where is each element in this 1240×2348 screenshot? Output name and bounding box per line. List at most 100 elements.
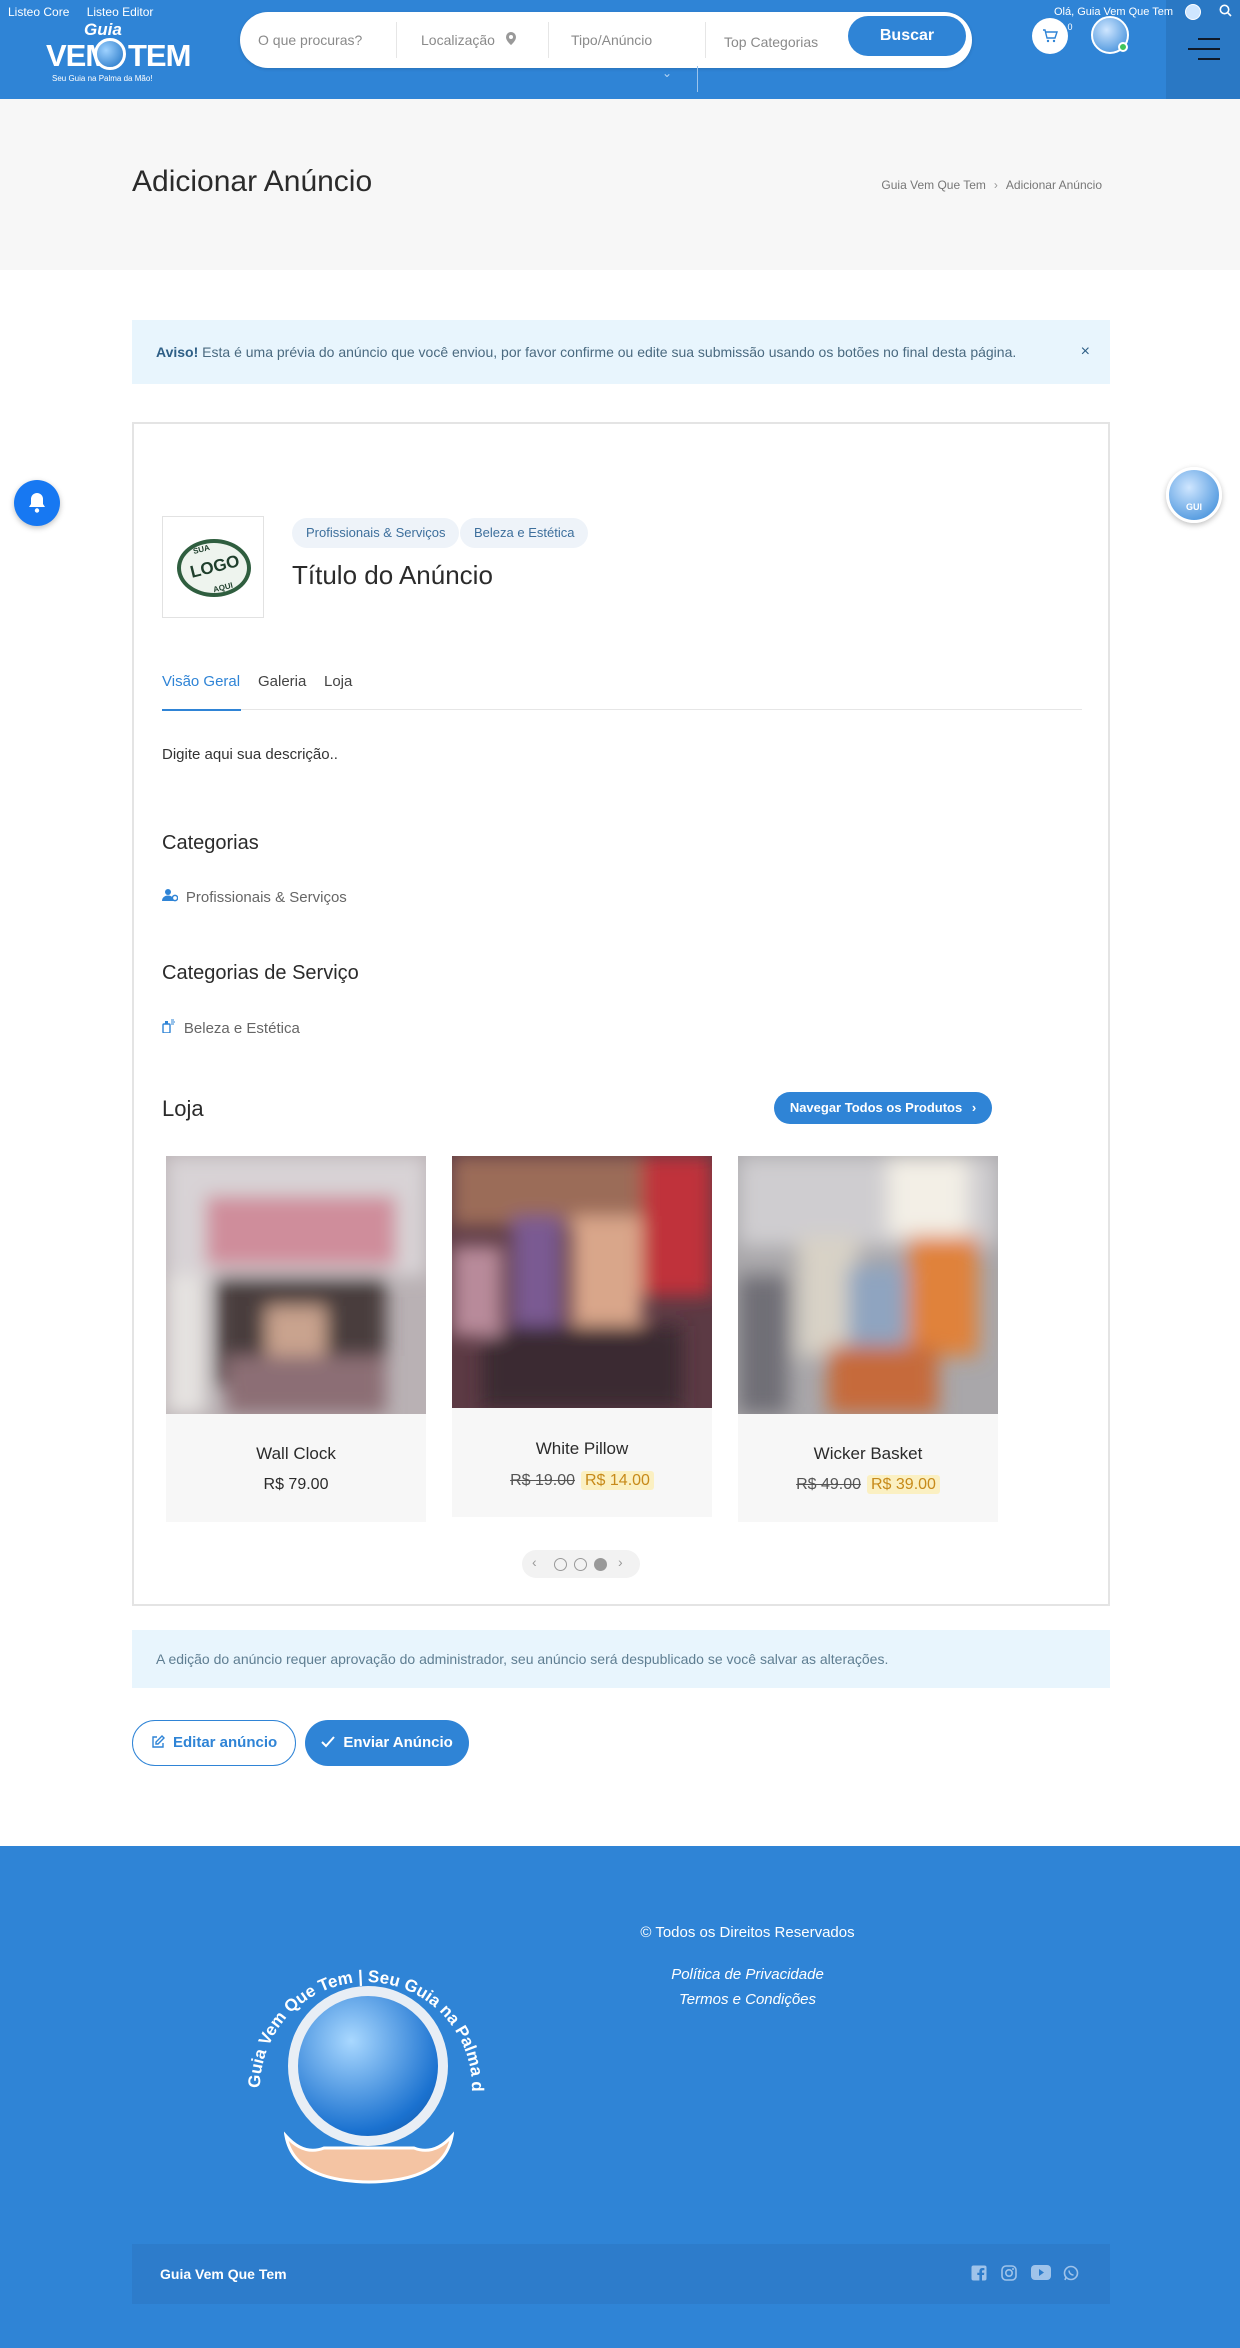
page-title: Adicionar Anúncio	[132, 165, 373, 198]
chevron-left-icon[interactable]: ‹	[532, 1554, 537, 1570]
product-card[interactable]: Wicker Basket R$ 49.00 R$ 39.00	[738, 1156, 998, 1522]
category-item[interactable]: Profissionais & Serviços	[162, 888, 347, 906]
submit-listing-button[interactable]: Enviar Anúncio	[305, 1720, 469, 1766]
instagram-icon[interactable]	[1000, 2265, 1018, 2283]
search-divider	[396, 22, 397, 58]
chevron-right-icon[interactable]: ›	[618, 1554, 623, 1570]
category-item-label: Profissionais & Serviços	[185, 889, 347, 906]
site-footer: Guia Vem Que Tem | Seu Guia na Palma da …	[0, 1846, 1240, 2348]
notice-text: Esta é uma prévia do anúncio que você en…	[202, 344, 1017, 360]
whatsapp-icon[interactable]	[1062, 2265, 1080, 2283]
footer-brand[interactable]: Guia Vem Que Tem	[160, 2244, 287, 2304]
product-card[interactable]: White Pillow R$ 19.00 R$ 14.00	[452, 1156, 712, 1517]
search-icon[interactable]	[1219, 4, 1232, 20]
search-divider	[548, 22, 549, 58]
floating-globe-button[interactable]: GUI	[1166, 467, 1222, 523]
product-old-price: R$ 49.00	[796, 1476, 861, 1493]
listing-preview: SUA LOGO AQUI Profissionais & Serviços B…	[132, 422, 1110, 1606]
user-gear-icon	[162, 889, 182, 905]
preview-notice: Aviso! Esta é uma prévia do anúncio que …	[132, 320, 1110, 384]
admin-link-listeo-core[interactable]: Listeo Core	[8, 5, 69, 19]
carousel-dot[interactable]	[574, 1558, 587, 1571]
facebook-icon[interactable]	[970, 2265, 988, 2283]
location-pin-icon	[506, 12, 516, 68]
edit-listing-button[interactable]: Editar anúncio	[132, 1720, 296, 1766]
listing-logo: SUA LOGO AQUI	[162, 516, 264, 618]
carousel-dot[interactable]	[554, 1558, 567, 1571]
tab-shop[interactable]: Loja	[324, 670, 352, 694]
chevron-right-icon: ›	[993, 178, 998, 192]
product-price: R$ 19.00 R$ 14.00	[452, 1471, 712, 1490]
active-tab-indicator	[162, 709, 241, 711]
product-card[interactable]: Wall Clock R$ 79.00	[166, 1156, 426, 1522]
site-header: Listeo Core Listeo Editor Guia VEM TEM S…	[0, 0, 1240, 99]
youtube-icon[interactable]	[1030, 2265, 1052, 2283]
service-category-label: Beleza e Estética	[183, 1020, 300, 1037]
cart-icon	[1043, 29, 1058, 43]
approval-notice: A edição do anúncio requer aprovação do …	[132, 1630, 1110, 1688]
notification-bell-button[interactable]	[14, 480, 60, 526]
product-name[interactable]: Wall Clock	[166, 1444, 426, 1464]
product-price: R$ 49.00 R$ 39.00	[738, 1475, 998, 1494]
category-chip[interactable]: Beleza e Estética	[460, 518, 589, 548]
listing-title: Título do Anúncio	[292, 560, 493, 590]
notice-strong: Aviso!	[156, 344, 199, 360]
edit-icon	[151, 1734, 173, 1751]
check-icon	[321, 1734, 343, 1751]
hamburger-menu-icon[interactable]	[1188, 38, 1220, 60]
browse-products-label: Navegar Todos os Produtos	[789, 1100, 963, 1115]
footer-copyright: © Todos os Direitos Reservados	[640, 1924, 855, 1941]
listing-description: Digite aqui sua descrição..	[162, 746, 338, 763]
search-type-select[interactable]: Tipo/Anúncio	[571, 12, 652, 68]
close-icon[interactable]: ×	[1081, 320, 1090, 384]
edit-listing-label: Editar anúncio	[172, 1734, 278, 1751]
tab-overview[interactable]: Visão Geral	[162, 670, 240, 694]
product-name[interactable]: White Pillow	[452, 1439, 712, 1459]
hand-icon	[284, 2131, 454, 2184]
product-old-price: R$ 19.00	[510, 1472, 575, 1489]
product-sale-price: R$ 39.00	[867, 1475, 940, 1494]
search-category-select[interactable]: Top Categorias	[724, 14, 818, 70]
carousel-pagination: ‹ ›	[522, 1550, 640, 1578]
tab-gallery[interactable]: Galeria	[258, 670, 306, 694]
admin-avatar[interactable]	[1185, 4, 1201, 20]
logo-globe-icon	[94, 38, 126, 70]
product-image[interactable]	[452, 1156, 712, 1408]
search-button[interactable]: Buscar	[848, 16, 966, 56]
product-image[interactable]	[738, 1156, 998, 1414]
category-chip[interactable]: Profissionais & Serviços	[292, 518, 460, 548]
spray-bottle-icon	[162, 1019, 180, 1036]
search-location-input[interactable]: Localização	[421, 12, 495, 68]
breadcrumb-current: Adicionar Anúncio	[1005, 178, 1102, 192]
site-logo[interactable]: Guia VEM TEM Seu Guia na Palma da Mão!	[44, 18, 191, 90]
submit-listing-label: Enviar Anúncio	[343, 1734, 453, 1751]
search-divider	[705, 22, 706, 58]
online-status-dot	[1118, 42, 1128, 52]
breadcrumb-home-link[interactable]: Guia Vem Que Tem	[881, 178, 986, 192]
product-name[interactable]: Wicker Basket	[738, 1444, 998, 1464]
cart-count-badge: 0	[1067, 22, 1073, 32]
search-bar: O que procuras? Localização Tipo/Anúncio…	[240, 12, 972, 68]
product-price: R$ 79.00	[263, 1476, 329, 1493]
service-categories-heading: Categorias de Serviço	[162, 962, 359, 984]
footer-bottom-bar: Guia Vem Que Tem	[132, 2244, 1110, 2304]
browse-products-button[interactable]: Navegar Todos os Produtos ›	[774, 1092, 992, 1124]
logo-tagline: Seu Guia na Palma da Mão!	[52, 74, 153, 83]
logo-guia-text: Guia	[84, 20, 122, 39]
search-what-input[interactable]: O que procuras?	[258, 12, 362, 68]
chevron-right-icon: ›	[971, 1100, 977, 1115]
bell-icon	[29, 493, 45, 513]
listing-tabs: Visão Geral Galeria Loja	[162, 670, 1082, 711]
chevron-down-icon[interactable]: ⌄	[662, 66, 672, 80]
admin-link-listeo-editor[interactable]: Listeo Editor	[87, 5, 154, 19]
search-divider	[697, 66, 698, 92]
privacy-policy-link[interactable]: Política de Privacidade	[0, 1966, 1240, 1983]
admin-bar: Listeo Core Listeo Editor	[8, 5, 167, 19]
carousel-dot-active[interactable]	[594, 1558, 607, 1571]
product-image[interactable]	[166, 1156, 426, 1414]
logo-tem-text: TEM	[128, 38, 191, 73]
categories-heading: Categorias	[162, 832, 259, 854]
service-category-item[interactable]: Beleza e Estética	[162, 1019, 300, 1037]
breadcrumb: Guia Vem Que Tem › Adicionar Anúncio	[881, 178, 1102, 192]
terms-link[interactable]: Termos e Condições	[0, 1991, 1240, 2008]
